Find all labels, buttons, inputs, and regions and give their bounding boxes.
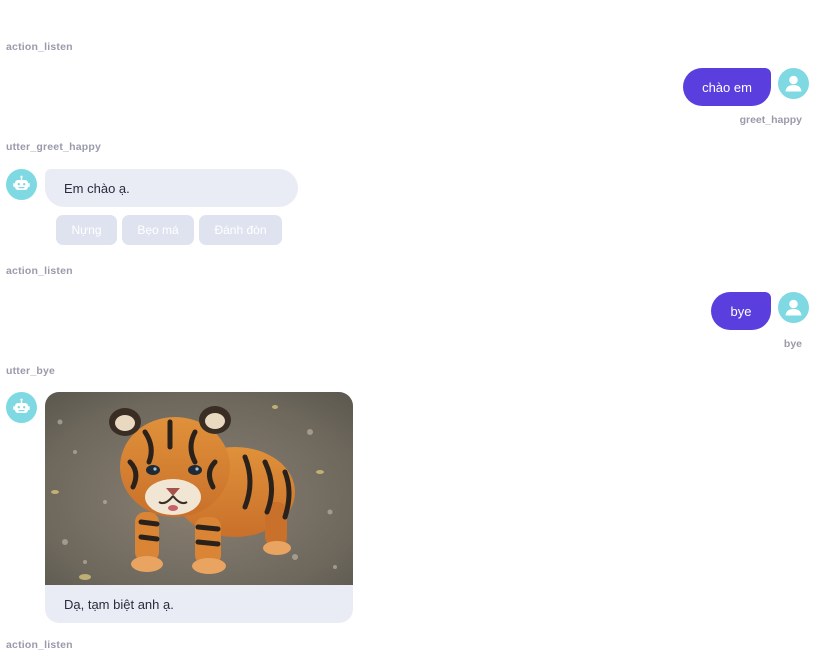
user-avatar [778, 292, 809, 323]
action-label: action_listen [6, 639, 73, 651]
action-label: action_listen [6, 41, 73, 53]
action-label: action_listen [6, 265, 73, 277]
user-icon [785, 299, 802, 316]
bot-message-bubble: Em chào ạ. [45, 169, 298, 207]
quick-reply-button[interactable]: Bẹo má [122, 215, 194, 245]
user-message-bubble: bye [711, 292, 771, 330]
intent-label: bye [783, 338, 802, 350]
quick-reply-button[interactable]: Nựng [56, 215, 117, 245]
bot-avatar [6, 392, 37, 423]
robot-icon [13, 175, 30, 190]
bot-image-card: Dạ, tạm biệt anh ạ. [45, 392, 353, 623]
user-avatar [778, 68, 809, 99]
intent-label: greet_happy [739, 114, 802, 126]
action-label: utter_bye [6, 365, 56, 377]
user-icon [785, 75, 802, 92]
quick-reply-button[interactable]: Đánh đòn [199, 215, 282, 245]
bot-avatar [6, 169, 37, 200]
robot-icon [13, 398, 30, 413]
action-label: utter_greet_happy [6, 141, 102, 153]
bot-image-caption: Dạ, tạm biệt anh ạ. [64, 596, 174, 612]
tiger-cub-photo [45, 392, 353, 585]
user-message-bubble: chào em [683, 68, 771, 106]
